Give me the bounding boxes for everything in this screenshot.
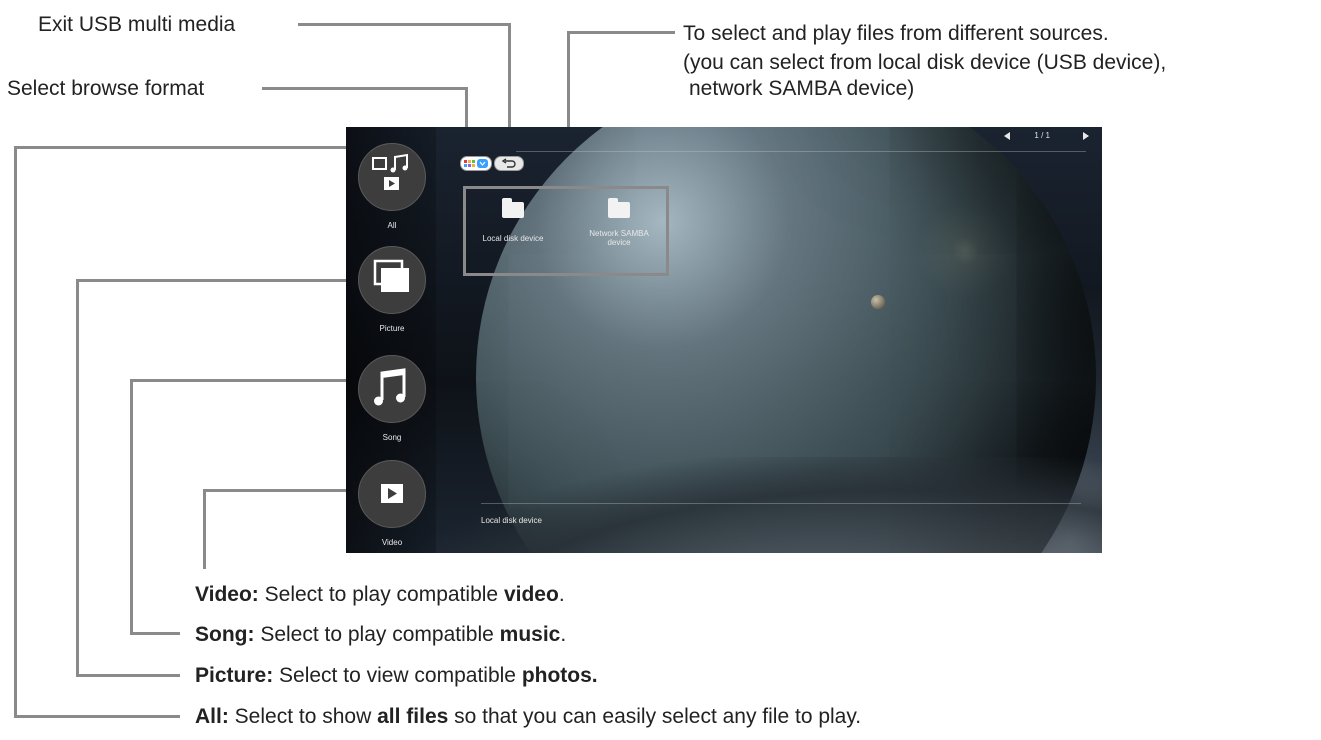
top-divider: [516, 151, 1086, 152]
all-annotation: All: Select to show all files so that yo…: [195, 705, 862, 728]
page-prev-icon[interactable]: [1004, 132, 1010, 140]
song-callout-top: [130, 379, 352, 382]
all-callout-top: [14, 146, 356, 149]
local-disk-device[interactable]: Local disk device: [468, 198, 558, 243]
song-annotation: Song: Select to play compatible music.: [195, 623, 567, 646]
category-video[interactable]: Video: [352, 460, 432, 547]
category-label: All: [387, 221, 397, 230]
category-label: Song: [382, 433, 402, 442]
page-next-icon[interactable]: [1083, 132, 1089, 140]
picture-icon: [358, 246, 426, 314]
category-picture[interactable]: Picture: [352, 246, 432, 333]
sources-annotation-line2: (you can select from local disk device (…: [683, 51, 1167, 74]
category-all[interactable]: All: [352, 143, 432, 230]
song-callout-bottom: [130, 632, 180, 635]
picture-annotation: Picture: Select to view compatible photo…: [195, 664, 598, 687]
exit-button[interactable]: [494, 156, 524, 171]
picture-callout-vert: [76, 279, 79, 676]
category-song[interactable]: Song: [352, 355, 432, 442]
folder-icon: [608, 198, 630, 218]
browse-callout-line: [262, 87, 468, 90]
tv-screen: 1 / 1 All Picture Song Video Local disk …: [346, 127, 1102, 553]
exit-annotation: Exit USB multi media: [38, 13, 236, 36]
device-label: Network SAMBA device: [589, 229, 649, 247]
sources-annotation-line3: network SAMBA device): [689, 77, 915, 100]
all-callout-bottom: [14, 715, 180, 718]
device-label: Local disk device: [482, 234, 544, 243]
sources-callout-line: [567, 31, 675, 34]
exit-callout-line: [298, 23, 511, 26]
bottom-divider: [481, 503, 1081, 504]
status-text: Local disk device: [481, 516, 542, 525]
picture-callout-bottom: [76, 674, 180, 677]
picture-callout-top: [76, 279, 352, 282]
browse-format-button[interactable]: [460, 156, 492, 171]
category-label: Picture: [379, 324, 405, 333]
network-samba-device[interactable]: Network SAMBA device: [574, 198, 664, 247]
browse-format-icon: [464, 159, 488, 168]
planet-surface-background: [346, 457, 1102, 553]
browse-annotation: Select browse format: [7, 77, 205, 100]
folder-icon: [502, 198, 524, 218]
video-callout-top: [203, 489, 353, 492]
video-callout-vert: [203, 489, 206, 569]
category-label: Video: [381, 538, 403, 547]
page-indicator: 1 / 1: [1034, 131, 1050, 140]
all-callout-vert: [14, 146, 17, 718]
sources-annotation-line1: To select and play files from different …: [683, 22, 1109, 45]
song-callout-vert: [130, 379, 133, 634]
music-note-icon: [358, 355, 426, 423]
play-icon: [358, 460, 426, 528]
moon-background: [871, 295, 885, 309]
all-media-icon: [358, 143, 426, 211]
video-annotation: Video: Select to play compatible video.: [195, 583, 565, 606]
back-icon: [501, 158, 516, 168]
